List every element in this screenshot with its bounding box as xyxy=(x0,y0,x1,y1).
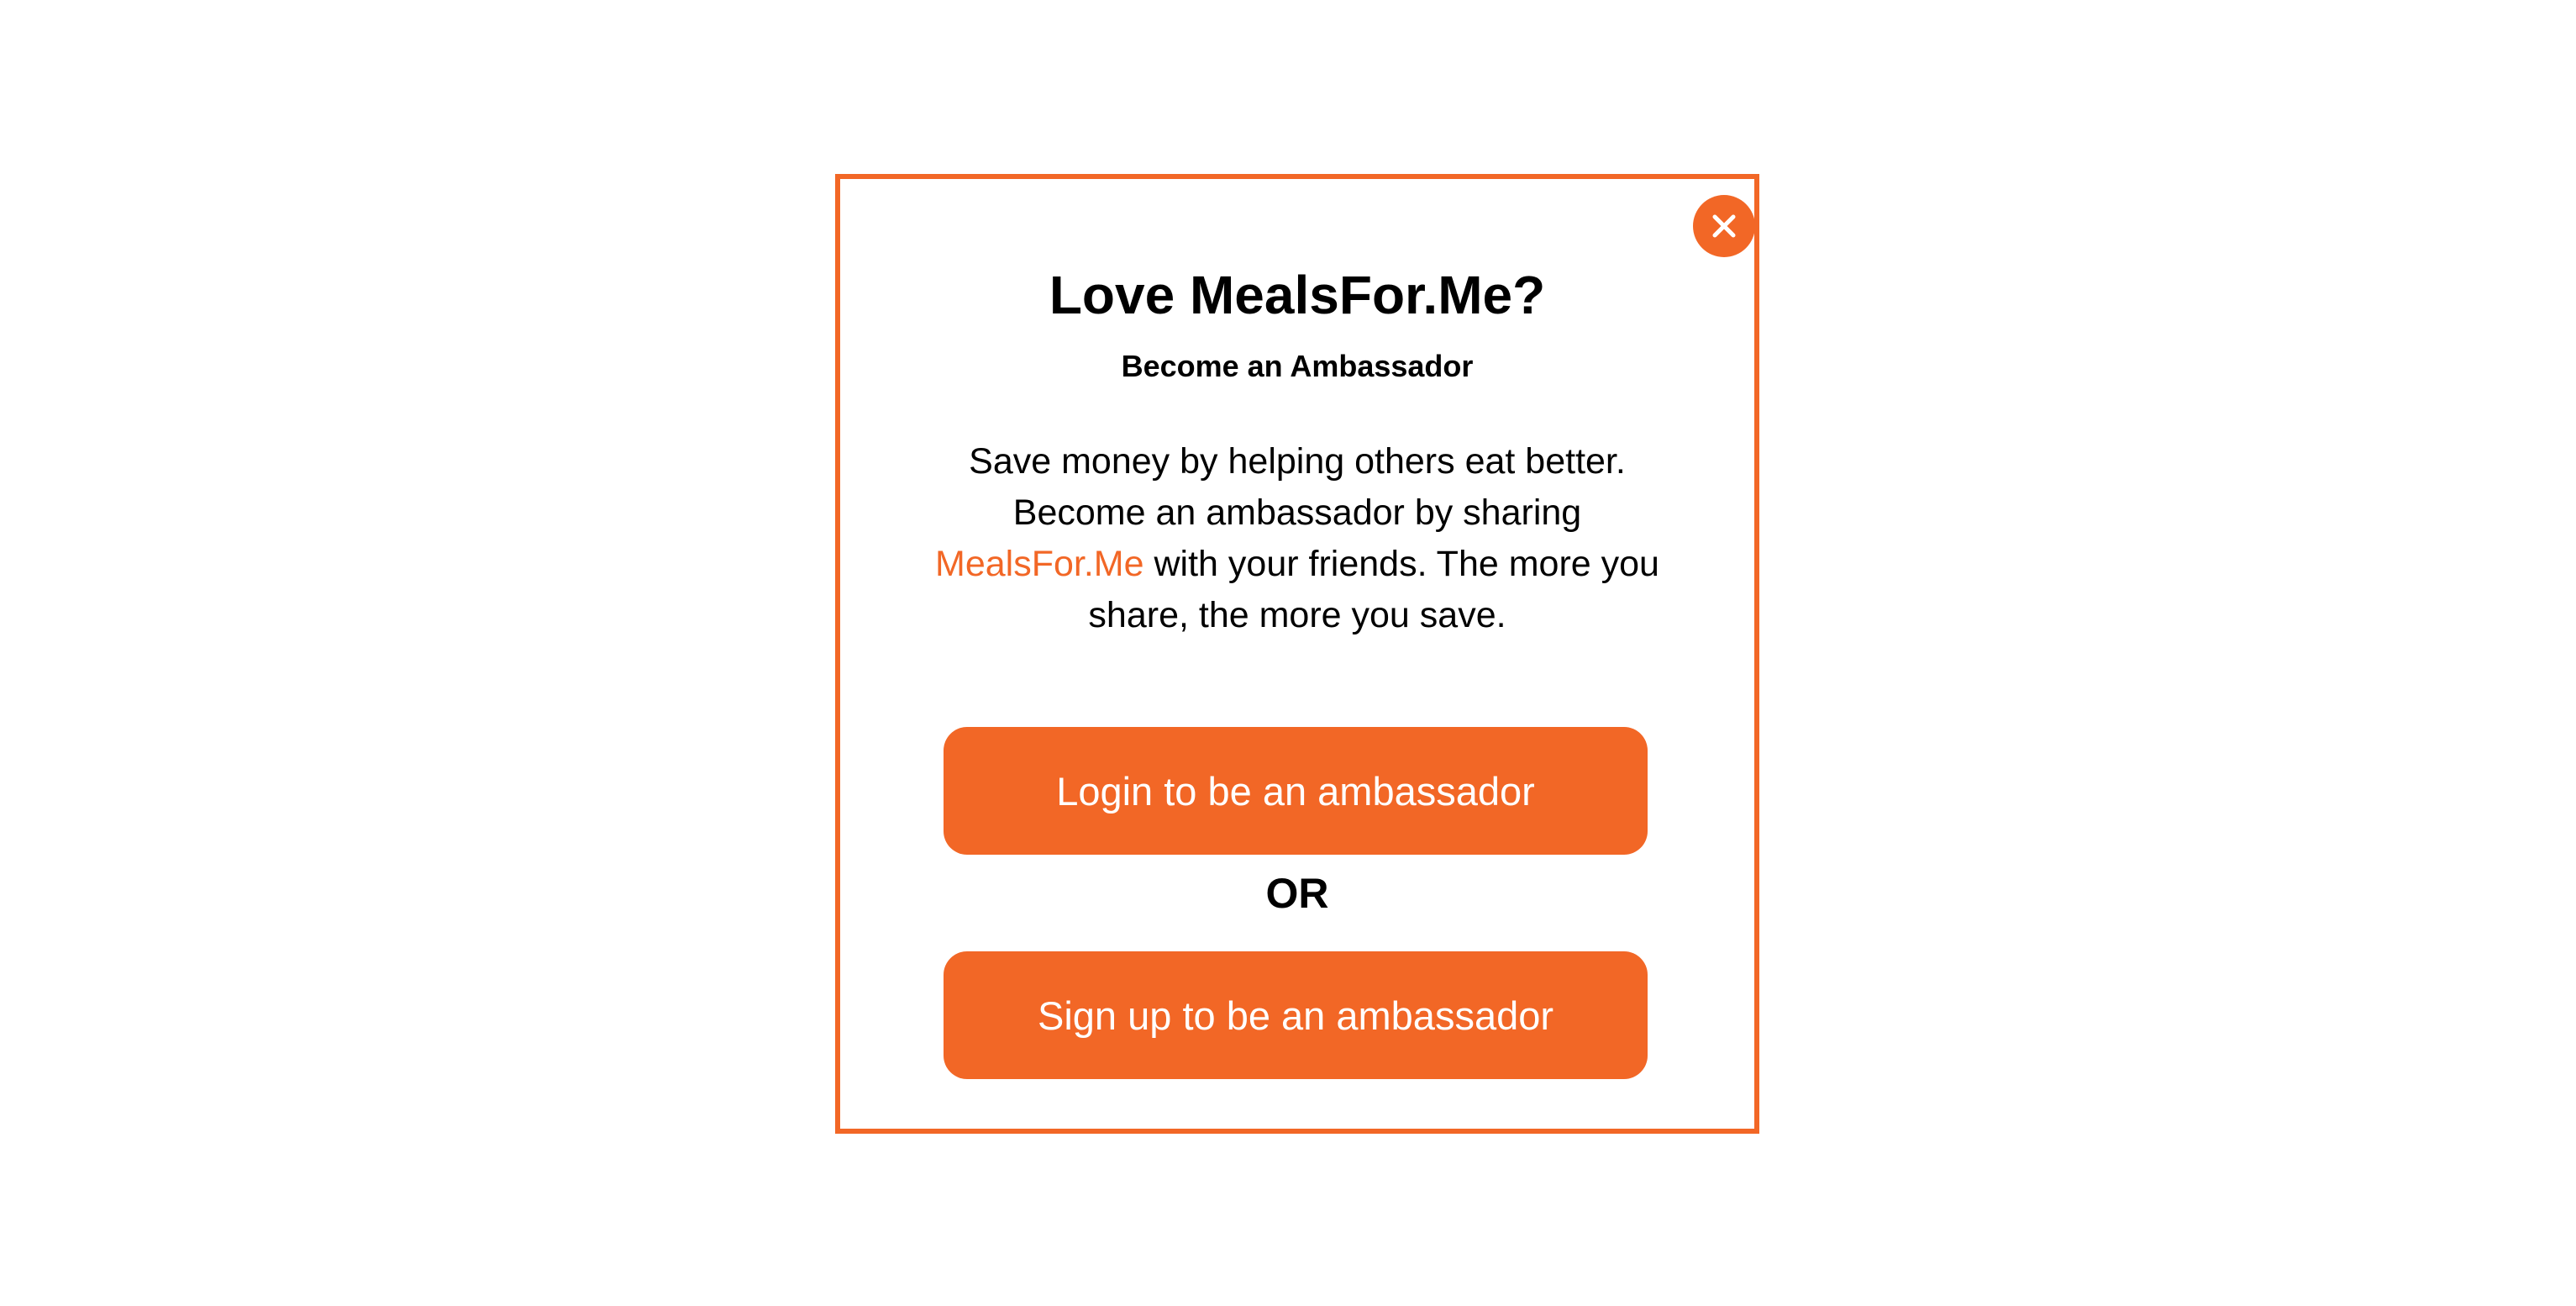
description-line-1: Save money by helping others eat better. xyxy=(969,441,1626,482)
close-button[interactable] xyxy=(1693,195,1755,257)
signup-ambassador-button[interactable]: Sign up to be an ambassador xyxy=(944,951,1648,1079)
description-line-3: with your friends. The more you xyxy=(1143,544,1659,584)
modal-title: Love MealsFor.Me? xyxy=(1049,265,1546,325)
ambassador-modal: Love MealsFor.Me? Become an Ambassador S… xyxy=(835,174,1759,1134)
description-line-2: Become an ambassador by sharing xyxy=(1012,492,1582,533)
login-ambassador-button[interactable]: Login to be an ambassador xyxy=(944,727,1648,855)
modal-description: Save money by helping others eat better.… xyxy=(907,436,1687,641)
close-icon xyxy=(1712,214,1736,238)
or-divider: OR xyxy=(1265,870,1329,917)
modal-subtitle: Become an Ambassador xyxy=(1121,349,1474,383)
brand-link[interactable]: MealsFor.Me xyxy=(935,544,1144,584)
description-line-4: share, the more you save. xyxy=(1088,595,1506,635)
